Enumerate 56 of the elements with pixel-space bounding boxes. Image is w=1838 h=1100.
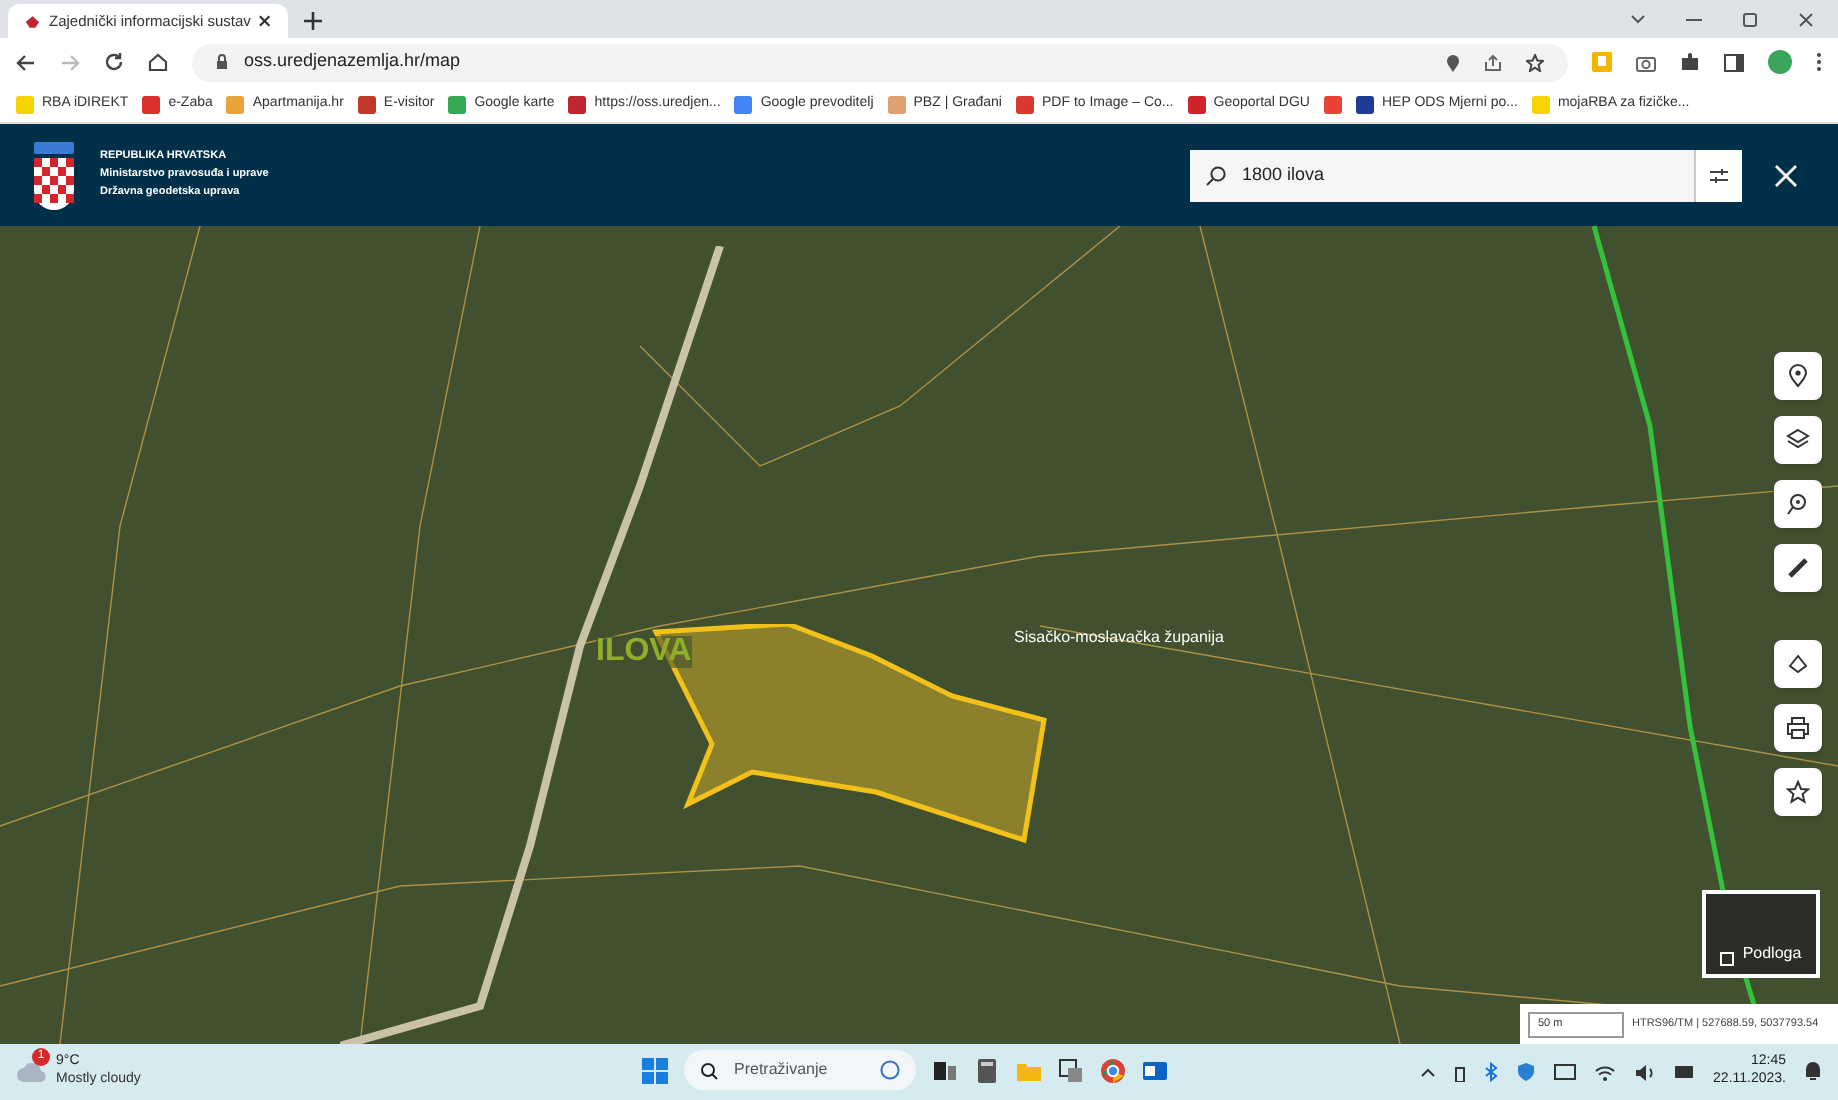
- star-icon[interactable]: [1526, 53, 1544, 71]
- zoom-search-icon: [1786, 492, 1810, 516]
- map-tool-button[interactable]: [1774, 352, 1822, 400]
- search-field[interactable]: 1800 ilova: [1190, 149, 1694, 201]
- side-panel-icon[interactable]: [1724, 53, 1744, 71]
- security-shield-icon[interactable]: [1515, 1062, 1536, 1082]
- map-tool-button[interactable]: [1774, 704, 1822, 752]
- wifi-icon[interactable]: [1593, 1063, 1616, 1081]
- back-icon[interactable]: [16, 53, 36, 71]
- mail-app-icon[interactable]: [1142, 1057, 1168, 1083]
- window-app-icon[interactable]: [1058, 1057, 1084, 1083]
- site-icon: [24, 13, 41, 29]
- coat-of-arms-icon: [32, 141, 76, 209]
- search-icon: [1206, 165, 1226, 185]
- url-text: oss.uredjenazemlja.hr/map: [244, 48, 461, 75]
- calculator-icon[interactable]: [974, 1057, 1000, 1083]
- bookmark-icon[interactable]: [1324, 95, 1342, 113]
- profile-avatar[interactable]: [1768, 50, 1792, 74]
- close-icon[interactable]: [258, 14, 272, 28]
- filter-button[interactable]: [1694, 149, 1742, 201]
- taskbar-search-field[interactable]: Pretraživanje: [684, 1050, 916, 1090]
- map-tool-button[interactable]: [1774, 544, 1822, 592]
- bing-icon: [880, 1060, 900, 1080]
- chevron-up-icon[interactable]: [1419, 1067, 1436, 1077]
- print-icon: [1786, 716, 1810, 740]
- browser-app-icon[interactable]: [1100, 1057, 1126, 1083]
- map-tool-button[interactable]: [1774, 640, 1822, 688]
- more-icon[interactable]: [1816, 52, 1822, 72]
- battery-icon[interactable]: [1673, 1064, 1696, 1080]
- reload-icon[interactable]: [104, 52, 124, 72]
- windows-start-icon[interactable]: [642, 1057, 668, 1083]
- volume-icon[interactable]: [1633, 1063, 1656, 1081]
- basemap-button[interactable]: Podloga: [1702, 890, 1820, 978]
- map-tool-button[interactable]: [1774, 768, 1822, 816]
- cloud-icon: [16, 1060, 48, 1084]
- address-bar[interactable]: oss.uredjenazemlja.hr/map: [192, 43, 1568, 81]
- location-pin-icon: [1786, 364, 1810, 388]
- task-view-icon[interactable]: [932, 1057, 958, 1083]
- map-tool-button[interactable]: [1774, 480, 1822, 528]
- search-icon: [700, 1061, 718, 1079]
- star-icon: [1786, 780, 1810, 804]
- camera-icon[interactable]: [1636, 53, 1656, 71]
- bluetooth-icon[interactable]: [1483, 1062, 1498, 1082]
- notification-bell-icon[interactable]: [1804, 1062, 1822, 1082]
- map-label: Sisačko-moslavačka županija: [1014, 626, 1224, 650]
- location-pin-icon[interactable]: [1446, 53, 1460, 71]
- home-icon[interactable]: [148, 52, 168, 72]
- lock-icon: [216, 54, 228, 70]
- sliders-icon: [1710, 167, 1728, 183]
- new-tab-icon[interactable]: [304, 12, 322, 30]
- minimize-icon[interactable]: [1686, 17, 1702, 21]
- close-icon[interactable]: [1798, 11, 1814, 27]
- chevron-down-icon[interactable]: [1630, 13, 1646, 25]
- restore-icon[interactable]: [1742, 11, 1758, 27]
- share-icon[interactable]: [1484, 53, 1502, 71]
- map-tool-button[interactable]: [1774, 416, 1822, 464]
